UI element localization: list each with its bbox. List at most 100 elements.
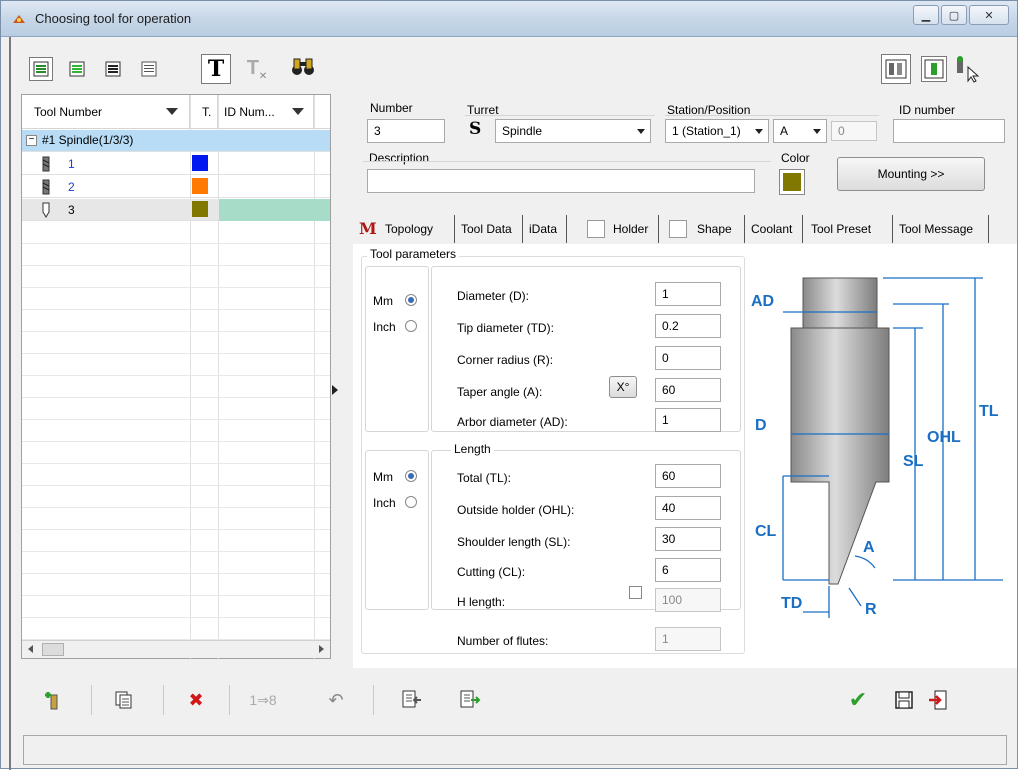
table-row-selected[interactable]: 3 — [22, 199, 330, 221]
minimize-icon: ▁ — [921, 9, 931, 22]
column-type[interactable]: T. — [190, 95, 218, 129]
import-button[interactable] — [399, 687, 425, 713]
td-label: TD — [781, 595, 802, 612]
tab-coolant[interactable]: Coolant — [747, 215, 803, 243]
minimize-button[interactable]: ▁ — [913, 5, 939, 25]
scroll-left-icon[interactable] — [28, 645, 33, 653]
ok-button[interactable]: ✔ — [845, 687, 871, 713]
horizontal-scrollbar[interactable] — [22, 640, 330, 658]
arbor-diameter-input[interactable]: 1 — [655, 408, 721, 432]
tool-color-swatch — [192, 178, 208, 194]
angle-degree-button[interactable]: X° — [609, 376, 637, 398]
sort-arrow-icon[interactable] — [166, 108, 178, 115]
position-select[interactable]: A — [773, 119, 827, 143]
total-length-input[interactable]: 60 — [655, 464, 721, 488]
length-title: Length — [451, 442, 494, 456]
window-left-edge — [9, 37, 11, 770]
sort-arrow-icon[interactable] — [292, 108, 304, 115]
panel-collapse-icon[interactable] — [332, 385, 338, 395]
outside-holder-input[interactable]: 40 — [655, 496, 721, 520]
tab-tool-data[interactable]: Tool Data — [457, 215, 523, 243]
separator — [373, 685, 374, 715]
length-unit-mm-label: Mm — [373, 470, 393, 484]
station-group-line — [665, 115, 879, 116]
export-button[interactable] — [457, 687, 483, 713]
tool-list-icon — [885, 59, 907, 79]
tabs-bar: M Topology Tool Data iData Holder Shape … — [353, 215, 1017, 243]
collapse-icon[interactable]: − — [26, 135, 37, 146]
text-view-button[interactable]: T — [201, 54, 231, 84]
chevron-down-icon — [637, 129, 645, 134]
tab-idata[interactable]: iData — [525, 215, 567, 243]
table-row[interactable]: 2 — [22, 176, 330, 198]
color-label: Color — [781, 151, 810, 165]
holder-box-icon — [587, 220, 605, 238]
id-number-input[interactable] — [893, 119, 1005, 143]
copy-tool-button[interactable] — [111, 687, 137, 713]
renumber-icon: 1⇒8 — [249, 691, 277, 708]
maximize-button[interactable]: ▢ — [941, 5, 967, 25]
tool-green-view-button[interactable] — [921, 56, 947, 82]
tree-group-row[interactable]: − #1 Spindle(1/3/3) — [22, 130, 330, 152]
corner-radius-input[interactable]: 0 — [655, 346, 721, 370]
outside-holder-label: Outside holder (OHL): — [457, 503, 575, 517]
tab-shape[interactable]: Shape — [693, 215, 745, 243]
description-input[interactable] — [367, 169, 755, 193]
unit-inch-label: Inch — [373, 320, 396, 334]
view-list-3-button[interactable] — [101, 57, 125, 81]
shoulder-length-input[interactable]: 30 — [655, 527, 721, 551]
diameter-input[interactable]: 1 — [655, 282, 721, 306]
spindle-s-icon: S — [469, 119, 482, 139]
tab-tool-data-label: Tool Data — [461, 222, 512, 236]
chevron-down-icon — [755, 129, 763, 134]
tree-header: Tool Number T. ID Num... — [22, 95, 330, 129]
tip-diameter-input[interactable]: 0.2 — [655, 314, 721, 338]
exit-button[interactable] — [925, 687, 951, 713]
ad-label: AD — [751, 293, 774, 310]
tab-tool-message[interactable]: Tool Message — [895, 215, 989, 243]
delete-tool-button[interactable]: ✖ — [183, 687, 209, 713]
arbor-shape — [802, 277, 878, 329]
turret-select[interactable]: Spindle — [495, 119, 651, 143]
add-tool-button[interactable] — [41, 687, 67, 713]
tab-tool-preset[interactable]: Tool Preset — [807, 215, 893, 243]
tool-number: 2 — [68, 180, 75, 194]
find-button[interactable] — [291, 55, 315, 79]
tab-holder[interactable]: Holder — [609, 215, 659, 243]
view-list-4-button[interactable] — [137, 57, 161, 81]
color-picker[interactable] — [779, 169, 805, 195]
id-number-cell — [219, 199, 330, 221]
close-button[interactable]: ✕ — [969, 5, 1009, 25]
select-tool-button[interactable] — [953, 55, 983, 83]
arbor-diameter-label: Arbor diameter (AD): — [457, 415, 568, 429]
renumber-button[interactable]: 1⇒8 — [241, 687, 285, 713]
tool-view-button[interactable] — [881, 54, 911, 84]
cutting-length-input[interactable]: 6 — [655, 558, 721, 582]
d-label: D — [755, 417, 767, 434]
column-tool-number[interactable]: Tool Number — [22, 95, 190, 129]
table-row[interactable]: 1 — [22, 153, 330, 175]
list-view-green-icon — [69, 61, 85, 77]
station-extra-input: 0 — [831, 121, 877, 141]
unit-mm-radio[interactable] — [405, 294, 417, 306]
flutes-label: Number of flutes: — [457, 634, 549, 648]
clear-filter-button[interactable]: T✕ — [245, 57, 269, 82]
mounting-button[interactable]: Mounting >> — [837, 157, 985, 191]
scroll-right-icon[interactable] — [319, 645, 324, 653]
number-input[interactable]: 3 — [367, 119, 445, 143]
undo-button[interactable]: ↶ — [323, 687, 349, 713]
import-icon — [402, 690, 421, 708]
station-select[interactable]: 1 (Station_1) — [665, 119, 769, 143]
length-unit-inch-radio[interactable] — [405, 496, 417, 508]
tool-tree-panel[interactable]: Tool Number T. ID Num... − #1 Spindle(1/… — [21, 94, 331, 660]
unit-inch-radio[interactable] — [405, 320, 417, 332]
view-list-2-button[interactable] — [65, 57, 89, 81]
scroll-thumb[interactable] — [42, 643, 64, 656]
taper-angle-input[interactable]: 60 — [655, 378, 721, 402]
h-length-checkbox[interactable] — [629, 586, 642, 599]
view-list-1-button[interactable] — [29, 57, 53, 81]
length-unit-mm-radio[interactable] — [405, 470, 417, 482]
empty-rows — [22, 222, 330, 640]
tab-topology[interactable]: Topology — [381, 215, 455, 243]
save-button[interactable] — [891, 687, 917, 713]
